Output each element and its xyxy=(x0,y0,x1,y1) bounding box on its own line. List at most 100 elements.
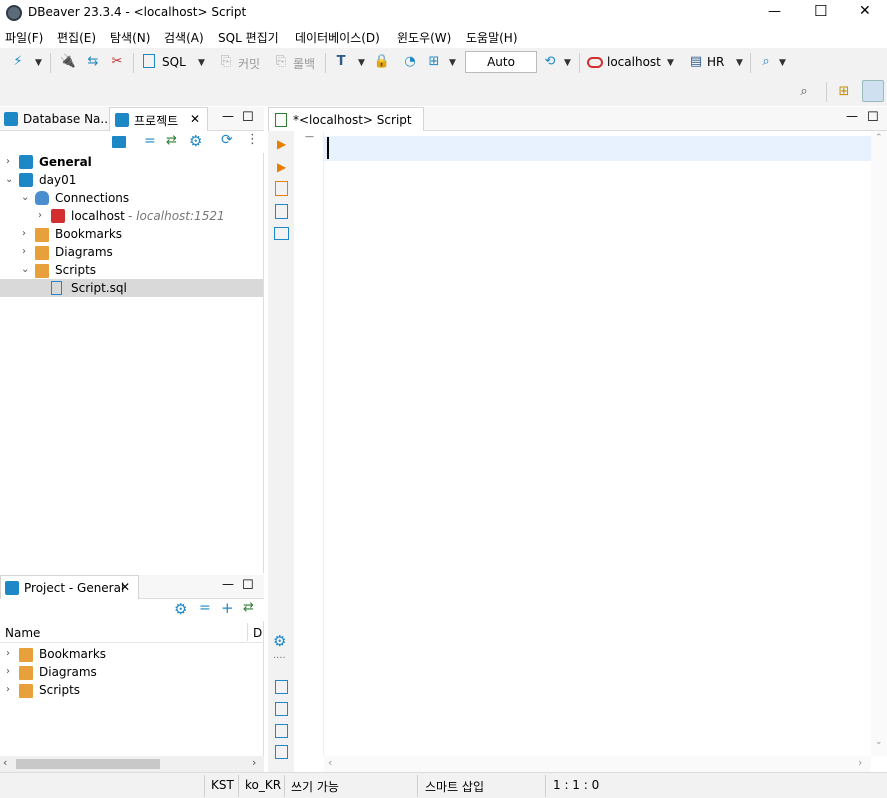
collapse-all-icon[interactable]: = xyxy=(144,133,156,149)
tree-node-general[interactable]: › General xyxy=(0,153,263,171)
scroll-down-icon[interactable]: ⌄ xyxy=(875,737,883,747)
expand-all-icon[interactable]: + xyxy=(221,599,234,617)
open-perspective-icon[interactable]: ⊞ xyxy=(836,84,852,100)
maximize-panel-icon[interactable]: ☐ xyxy=(242,110,254,125)
minimize-editor-icon[interactable]: — xyxy=(846,109,858,123)
settings-gear-icon[interactable]: ⚙ xyxy=(189,132,202,150)
maximize-button[interactable]: ☐ xyxy=(814,2,827,20)
chevron-right-icon[interactable]: › xyxy=(38,207,42,225)
refresh-icon[interactable]: ⟳ xyxy=(221,132,233,148)
schema-dropdown-icon[interactable]: ▼ xyxy=(736,58,743,68)
dbeaver-perspective-icon[interactable] xyxy=(862,80,884,102)
settings-gear-icon[interactable]: ⚙ xyxy=(174,600,187,618)
tree-node-localhost[interactable]: › localhost - localhost:1521 xyxy=(0,207,263,225)
more-icon[interactable]: ···· xyxy=(273,653,286,664)
auto-commit-field[interactable]: Auto xyxy=(465,51,537,73)
chevron-down-icon[interactable]: ⌄ xyxy=(21,261,29,279)
vertical-scrollbar[interactable]: ⌃ ⌄ xyxy=(871,131,887,756)
menu-file[interactable]: 파일(F) xyxy=(5,29,43,46)
scroll-left-icon[interactable]: ‹ xyxy=(328,756,332,769)
list-item[interactable]: › Scripts xyxy=(0,681,263,699)
execute-statement-icon[interactable]: ▶ xyxy=(277,137,286,151)
close-tab-icon[interactable]: ✕ xyxy=(120,580,130,594)
terminal-icon[interactable] xyxy=(274,227,289,240)
tab-script-editor[interactable]: *<localhost> Script xyxy=(268,107,424,132)
outline-icon[interactable] xyxy=(275,745,288,759)
schema-compare-icon[interactable]: ⊞ xyxy=(426,54,442,70)
scroll-left-icon[interactable]: ‹ xyxy=(3,756,7,769)
tree-node-script-sql[interactable]: Script.sql xyxy=(0,279,263,297)
menu-help[interactable]: 도움말(H) xyxy=(466,29,518,46)
close-tab-icon[interactable]: ✕ xyxy=(190,112,200,126)
search-dropdown-icon[interactable]: ▼ xyxy=(779,58,786,68)
list-item[interactable]: › Bookmarks xyxy=(0,645,263,663)
new-project-icon[interactable] xyxy=(112,136,126,148)
tree-node-scripts[interactable]: ⌄ Scripts xyxy=(0,261,263,279)
tab-project-general[interactable]: Project - General ✕ xyxy=(0,575,139,600)
execute-script-icon[interactable] xyxy=(275,181,288,196)
tree-node-day01[interactable]: ⌄ day01 xyxy=(0,171,263,189)
delete-file-icon[interactable] xyxy=(275,702,288,716)
menu-search[interactable]: 검색(A) xyxy=(164,29,204,46)
minimize-panel-icon[interactable]: — xyxy=(222,577,234,591)
chevron-down-icon[interactable]: ⌄ xyxy=(5,171,13,189)
column-header-name[interactable]: Name xyxy=(5,626,40,640)
active-schema-selector[interactable]: HR xyxy=(707,55,724,69)
menu-window[interactable]: 윈도우(W) xyxy=(397,29,451,46)
minimize-button[interactable]: — xyxy=(768,4,781,19)
search-icon[interactable]: ⌕ xyxy=(758,54,774,70)
history-dropdown-icon[interactable]: ▼ xyxy=(564,58,571,68)
tree-node-diagrams[interactable]: › Diagrams xyxy=(0,243,263,261)
sql-button-label[interactable]: SQL xyxy=(162,55,186,69)
tab-projects[interactable]: 프로젝트 ✕ xyxy=(109,107,208,132)
active-connection-selector[interactable]: localhost xyxy=(607,55,661,69)
menu-database[interactable]: 데이터베이스(D) xyxy=(295,29,380,46)
lock-icon[interactable]: 🔒 xyxy=(374,54,390,70)
global-search-icon[interactable]: ⌕ xyxy=(796,84,812,100)
close-button[interactable]: ✕ xyxy=(859,3,871,19)
dashboard-icon[interactable]: ◔ xyxy=(402,54,418,70)
list-item[interactable]: › Diagrams xyxy=(0,663,263,681)
new-connection-dropdown-icon[interactable]: ▼ xyxy=(35,58,42,68)
editor-horizontal-scrollbar[interactable]: ‹ › xyxy=(324,756,871,772)
explain-plan-icon[interactable] xyxy=(275,204,288,219)
chevron-right-icon[interactable]: › xyxy=(6,153,10,171)
disconnect-icon[interactable]: ✂ xyxy=(109,54,125,70)
tab-database-navigator[interactable]: Database Na... xyxy=(23,112,112,126)
schema-compare-dropdown-icon[interactable]: ▼ xyxy=(449,58,456,68)
maximize-editor-icon[interactable]: ☐ xyxy=(867,110,879,125)
scroll-right-icon[interactable]: › xyxy=(858,756,862,769)
history-icon[interactable]: ⟲ xyxy=(542,54,558,70)
variables-icon[interactable] xyxy=(275,724,288,738)
scroll-right-icon[interactable]: › xyxy=(252,756,256,769)
chevron-down-icon[interactable]: ⌄ xyxy=(21,189,29,207)
chevron-right-icon[interactable]: › xyxy=(6,681,10,699)
link-editor-icon[interactable]: ⇄ xyxy=(166,133,177,148)
execute-in-new-tab-icon[interactable]: ▶ xyxy=(277,160,286,174)
collapse-all-icon[interactable]: = xyxy=(199,600,211,616)
scroll-up-icon[interactable]: ⌃ xyxy=(875,133,883,143)
connection-dropdown-icon[interactable]: ▼ xyxy=(667,58,674,68)
view-menu-icon[interactable]: ⋮ xyxy=(246,132,259,147)
sql-dropdown-icon[interactable]: ▼ xyxy=(198,58,205,68)
maximize-panel-icon[interactable]: ☐ xyxy=(242,578,254,593)
export-icon[interactable] xyxy=(275,680,288,694)
chevron-right-icon[interactable]: › xyxy=(6,645,10,663)
sql-editor-text-area[interactable] xyxy=(324,131,871,756)
sql-editor-icon[interactable] xyxy=(143,54,155,68)
transaction-mode-dropdown-icon[interactable]: ▼ xyxy=(358,58,365,68)
connect-icon[interactable]: 🔌 xyxy=(60,54,76,70)
column-header-d[interactable]: D xyxy=(253,626,262,640)
tree-node-bookmarks[interactable]: › Bookmarks xyxy=(0,225,263,243)
menu-edit[interactable]: 편집(E) xyxy=(57,29,96,46)
chevron-right-icon[interactable]: › xyxy=(22,225,26,243)
menu-navigate[interactable]: 탐색(N) xyxy=(110,29,150,46)
link-editor-icon[interactable]: ⇄ xyxy=(243,600,254,615)
new-connection-icon[interactable]: ⚡ xyxy=(10,54,26,70)
chevron-right-icon[interactable]: › xyxy=(22,243,26,261)
tree-node-connections[interactable]: ⌄ Connections xyxy=(0,189,263,207)
menu-sql-editor[interactable]: SQL 편집기 xyxy=(218,29,279,46)
minimize-panel-icon[interactable]: — xyxy=(222,109,234,123)
horizontal-scrollbar[interactable]: ‹ › xyxy=(0,756,264,772)
transaction-mode-icon[interactable]: T xyxy=(333,54,349,70)
